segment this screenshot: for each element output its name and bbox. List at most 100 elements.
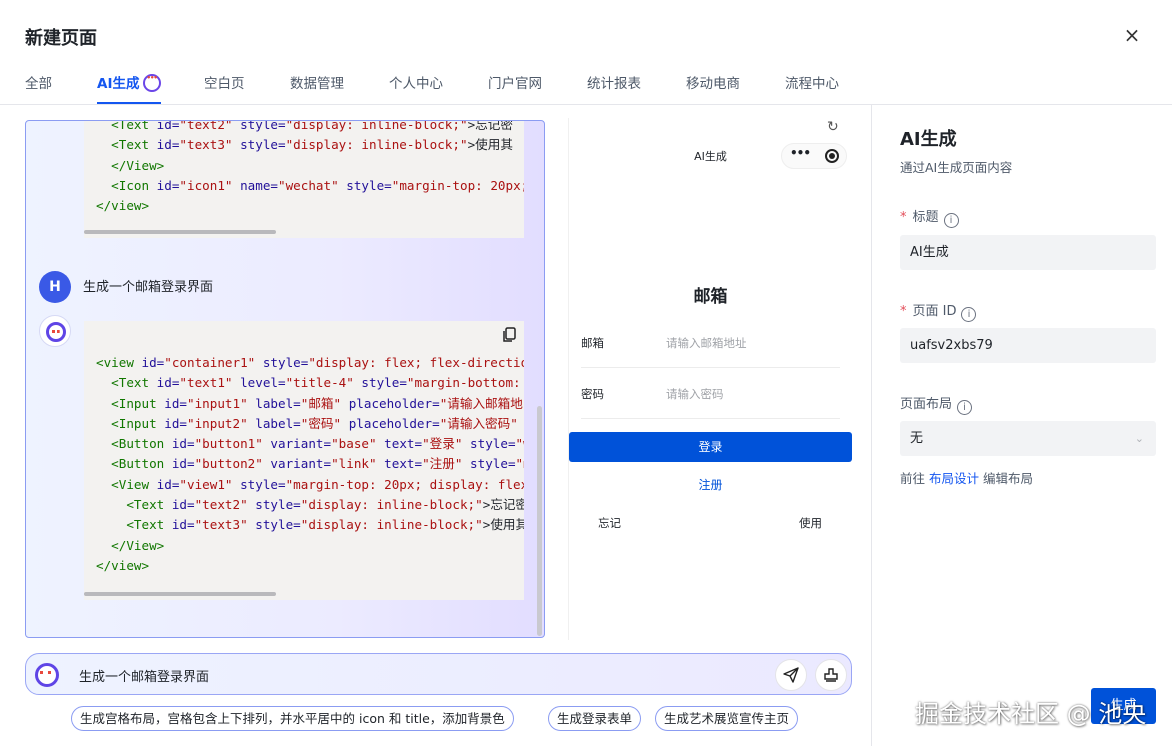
code-token: "margin-top: 20px; display: flex; (285, 476, 524, 492)
code-horizontal-scrollbar[interactable] (84, 230, 276, 234)
tab-all[interactable]: 全部 (25, 72, 52, 92)
tab-process-center[interactable]: 流程中心 (785, 72, 839, 92)
preview-forgot-text: 忘记 (598, 516, 621, 530)
code-token: id= (156, 137, 180, 153)
dialog-header: 新建页面 × 全部 AI生成 空白页 数据管理 个人中心 门户官网 统计报表 移… (0, 0, 1172, 105)
layout-hint: 前往 布局设计 编辑布局 (900, 468, 1033, 487)
code-token: "display: inline-block;" (300, 497, 483, 513)
preview-use-text: 使用 (799, 516, 822, 530)
code-token: variant= (262, 436, 332, 452)
page-layout-label-text: 页面布局 (900, 397, 953, 412)
generated-code-block[interactable]: <view id="container1" style="display: fl… (84, 321, 524, 600)
code-line: <View id="view1" style="margin-top: 20px… (96, 475, 524, 495)
page-layout-select[interactable]: 无 ⌄ (900, 421, 1156, 456)
suggestion-chip[interactable]: 生成艺术展览宣传主页 (655, 706, 799, 731)
code-token: label= (247, 395, 301, 411)
tab-data-management[interactable]: 数据管理 (290, 72, 344, 92)
code-token: text= (376, 456, 423, 472)
code-token: style= (338, 177, 392, 193)
code-token: "请输入密码" (439, 415, 518, 431)
code-token: <View (111, 476, 157, 492)
page-layout-label: 页面布局 i (900, 393, 973, 415)
code-token: >忘记密 (482, 497, 524, 513)
info-icon[interactable]: i (957, 400, 973, 415)
mini-program-capsule[interactable]: ••• (781, 143, 847, 169)
preview-email-field[interactable]: 邮箱 请输入邮箱地址 (581, 318, 840, 368)
code-token: text= (376, 436, 423, 452)
code-token: style= (232, 476, 286, 492)
code-token: "button2" (194, 456, 263, 472)
code-token: "title-4" (285, 375, 354, 391)
code-token: "display: inline-block;" (285, 137, 468, 153)
code-token: >使用其 (482, 517, 524, 533)
prompt-text[interactable]: 生成一个邮箱登录界面 (79, 666, 209, 685)
page-layout-value: 无 (910, 431, 924, 446)
code-token: </view> (96, 198, 150, 214)
code-token: id= (171, 456, 195, 472)
chat-vertical-scrollbar[interactable] (537, 406, 542, 636)
code-line: <Input id="input1" label="邮箱" placeholde… (96, 394, 524, 414)
copy-icon[interactable] (502, 327, 516, 343)
code-token: "text2" (179, 120, 233, 132)
info-icon[interactable]: i (961, 307, 977, 322)
ai-bot-icon (143, 74, 162, 92)
tab-statistics[interactable]: 统计报表 (587, 72, 641, 92)
layout-design-link[interactable]: 布局设计 (929, 471, 979, 486)
suggestion-chip[interactable]: 生成登录表单 (548, 706, 642, 731)
tab-blank-page[interactable]: 空白页 (204, 72, 245, 92)
code-token: </View> (111, 157, 165, 173)
preview-login-button[interactable]: 登录 (569, 432, 852, 462)
tab-personal-center[interactable]: 个人中心 (389, 72, 443, 92)
code-token: "请输入邮箱地 (439, 395, 523, 411)
code-token: </View> (111, 537, 165, 553)
info-icon[interactable]: i (943, 213, 959, 228)
preview-register-link[interactable]: 注册 (569, 476, 852, 493)
title-input[interactable]: AI生成 (900, 235, 1156, 270)
code-line: <Button id="button1" variant="base" text… (96, 434, 524, 454)
ai-bot-icon (35, 663, 59, 687)
code-token: "注册" (422, 456, 463, 472)
code-token: "container1" (164, 355, 256, 370)
code-token: "link" (331, 456, 377, 472)
code-horizontal-scrollbar[interactable] (84, 592, 276, 596)
hint-prefix: 前往 (900, 471, 926, 486)
code-token: name= (232, 177, 278, 193)
tab-mobile-commerce[interactable]: 移动电商 (686, 72, 740, 92)
code-token: "邮箱" (300, 395, 342, 411)
code-token: "base" (331, 436, 377, 452)
code-token: "view1" (179, 476, 233, 492)
preview-password-field[interactable]: 密码 请输入密码 (581, 369, 840, 419)
code-line: <Text id="text3" style="display: inline-… (96, 135, 524, 155)
code-token: "display: flex; flex-direction (308, 355, 524, 370)
target-icon[interactable] (825, 149, 839, 163)
code-token: style= (232, 120, 286, 132)
code-token: id= (164, 415, 187, 431)
code-token: <view (96, 355, 142, 370)
code-token: "input1" (187, 395, 248, 411)
prompt-input[interactable]: 生成一个邮箱登录界面 (25, 653, 852, 695)
code-line: <Icon id="icon1" name="wechat" style="ma… (96, 176, 524, 196)
suggestion-chip[interactable]: 生成宫格布局，宫格包含上下排列，并水平居中的 icon 和 title，添加背景… (71, 706, 514, 731)
tab-label: AI生成 (97, 76, 140, 92)
code-token: <Text (111, 120, 157, 132)
settings-panel: AI生成 通过AI生成页面内容 * 标题 i AI生成 * 页面 ID i uafsv2… (871, 105, 1172, 746)
close-icon[interactable]: × (1122, 25, 1142, 46)
stamp-icon[interactable] (815, 659, 847, 691)
code-token: <Button (111, 436, 172, 452)
more-icon[interactable]: ••• (790, 146, 811, 160)
chat-panel[interactable]: <Text id="text2" style="display: inline-… (25, 120, 545, 638)
code-token: id= (141, 355, 165, 370)
field-placeholder: 请输入密码 (666, 387, 724, 401)
tab-portal[interactable]: 门户官网 (488, 72, 542, 92)
tab-ai-generate[interactable]: AI生成 (97, 72, 162, 92)
code-token: style= (232, 137, 286, 153)
code-token: "input2" (187, 415, 248, 431)
send-icon[interactable] (775, 659, 807, 691)
previous-code-block[interactable]: <Text id="text2" style="display: inline-… (84, 120, 524, 238)
code-token: <Input (111, 415, 165, 431)
page-id-input[interactable]: uafsv2xbs79 (900, 328, 1156, 363)
refresh-icon[interactable]: ↻ (827, 119, 839, 135)
